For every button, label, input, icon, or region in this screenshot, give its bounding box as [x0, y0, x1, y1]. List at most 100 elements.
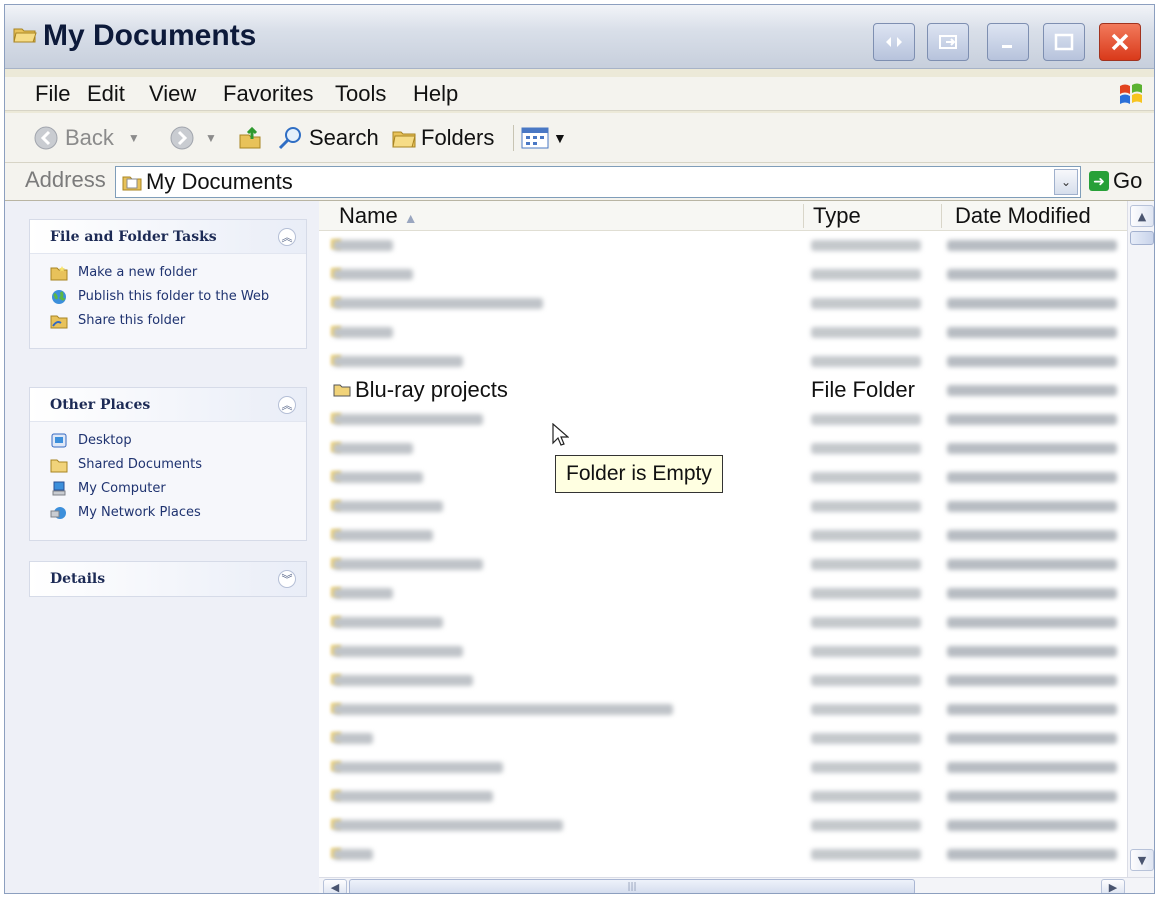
- forward-button[interactable]: ▼: [169, 123, 217, 153]
- list-item[interactable]: [319, 782, 1127, 811]
- globe-icon: [52, 290, 66, 304]
- go-arrow-icon: ➜: [1089, 171, 1109, 191]
- collapse-icon[interactable]: ︽: [278, 395, 296, 414]
- list-item[interactable]: [319, 579, 1127, 608]
- shared-folder-icon: [50, 459, 68, 473]
- row-type: File Folder: [811, 377, 915, 402]
- close-button[interactable]: [1099, 23, 1141, 61]
- list-item[interactable]: [319, 492, 1127, 521]
- my-network-places-link[interactable]: My Network Places: [50, 504, 294, 521]
- share-folder-icon: [50, 315, 68, 329]
- go-label: Go: [1113, 168, 1143, 193]
- scroll-down-icon[interactable]: ▼: [1130, 849, 1154, 871]
- list-item[interactable]: [319, 666, 1127, 695]
- column-divider[interactable]: [941, 204, 942, 228]
- menu-edit[interactable]: Edit: [87, 81, 125, 107]
- other-places-panel: Other Places ︽ Desktop Shared Documents …: [29, 387, 307, 541]
- list-item[interactable]: [319, 811, 1127, 840]
- column-type[interactable]: Type: [813, 203, 861, 229]
- list-item[interactable]: [319, 231, 1127, 260]
- back-arrow-icon: [34, 126, 58, 150]
- list-item[interactable]: [319, 347, 1127, 376]
- network-icon: [50, 507, 66, 519]
- vertical-scrollbar[interactable]: ▲ ▼: [1127, 201, 1154, 877]
- list-item[interactable]: [319, 405, 1127, 434]
- address-bar: Address My Documents ⌄ ➜ Go: [5, 163, 1154, 201]
- desktop-icon: [51, 433, 67, 448]
- up-folder-icon: [239, 126, 261, 149]
- h-scroll-thumb[interactable]: |||: [349, 879, 915, 893]
- scroll-right-icon[interactable]: ▶: [1101, 879, 1125, 893]
- menu-file[interactable]: File: [35, 81, 70, 107]
- scroll-left-icon[interactable]: ◀: [323, 879, 347, 893]
- details-header[interactable]: Details ︾: [30, 562, 306, 596]
- horizontal-scrollbar[interactable]: ◀ ||| ▶: [319, 877, 1154, 893]
- forward-arrow-icon: [170, 126, 194, 150]
- search-button[interactable]: Search: [277, 123, 379, 153]
- folders-label: Folders: [421, 125, 495, 150]
- title-bar[interactable]: My Documents: [5, 5, 1154, 69]
- list-item[interactable]: [319, 550, 1127, 579]
- menu-view[interactable]: View: [149, 81, 196, 107]
- resize-icon: [886, 37, 902, 47]
- menu-favorites[interactable]: Favorites: [223, 81, 313, 107]
- list-item[interactable]: [319, 840, 1127, 869]
- list-item[interactable]: [319, 318, 1127, 347]
- back-dropdown-icon[interactable]: ▼: [128, 131, 140, 145]
- column-date-modified[interactable]: Date Modified: [955, 203, 1091, 229]
- views-icon: [521, 127, 549, 149]
- minimize-icon: [1002, 45, 1012, 48]
- list-item[interactable]: [319, 289, 1127, 318]
- mouse-cursor-icon: [552, 423, 569, 446]
- go-button[interactable]: ➜ Go: [1089, 167, 1142, 195]
- up-folder-button[interactable]: [237, 123, 263, 153]
- list-item[interactable]: [319, 434, 1127, 463]
- menu-help[interactable]: Help: [413, 81, 458, 107]
- list-item[interactable]: [319, 753, 1127, 782]
- list-item[interactable]: [319, 260, 1127, 289]
- panel-title: Other Places: [50, 396, 151, 413]
- folders-button[interactable]: Folders: [391, 123, 494, 153]
- other-places-header[interactable]: Other Places ︽: [30, 388, 306, 422]
- window-title: My Documents: [43, 19, 257, 52]
- restore-button[interactable]: [927, 23, 969, 61]
- views-dropdown-icon[interactable]: ▼: [553, 130, 567, 146]
- menu-tools[interactable]: Tools: [335, 81, 386, 107]
- file-folder-tasks-header[interactable]: File and Folder Tasks ︽: [30, 220, 306, 254]
- maximize-button[interactable]: [1043, 23, 1085, 61]
- folder-open-icon: [13, 28, 37, 43]
- minimize-button[interactable]: [987, 23, 1029, 61]
- desktop-link[interactable]: Desktop: [50, 432, 294, 449]
- address-label: Address: [25, 167, 106, 192]
- column-name[interactable]: Name ▲: [339, 203, 418, 229]
- list-item[interactable]: [319, 724, 1127, 753]
- list-item[interactable]: [319, 637, 1127, 666]
- search-icon: [278, 127, 301, 150]
- address-input[interactable]: My Documents ⌄: [115, 166, 1081, 198]
- views-button[interactable]: ▼: [521, 123, 567, 153]
- expand-icon[interactable]: ︾: [278, 570, 296, 588]
- share-folder-link[interactable]: Share this folder: [50, 312, 294, 329]
- shared-documents-link[interactable]: Shared Documents: [50, 456, 294, 473]
- publish-to-web-link[interactable]: Publish this folder to the Web: [50, 288, 294, 305]
- list-item[interactable]: [319, 695, 1127, 724]
- folder-tooltip: Folder is Empty: [555, 455, 723, 493]
- maximize-icon: [1054, 33, 1074, 51]
- search-label: Search: [309, 125, 379, 150]
- folders-icon: [392, 131, 416, 148]
- resize-button[interactable]: [873, 23, 915, 61]
- my-computer-link[interactable]: My Computer: [50, 480, 294, 497]
- list-item[interactable]: [319, 608, 1127, 637]
- link-label: Shared Documents: [78, 457, 203, 472]
- list-item-selected[interactable]: Blu-ray projects File Folder: [319, 376, 1127, 405]
- make-new-folder-link[interactable]: Make a new folder: [50, 264, 294, 281]
- scroll-up-icon[interactable]: ▲: [1130, 205, 1154, 227]
- collapse-icon[interactable]: ︽: [278, 227, 296, 246]
- address-dropdown-icon[interactable]: ⌄: [1054, 169, 1078, 195]
- back-button[interactable]: Back ▼: [33, 123, 140, 153]
- forward-dropdown-icon[interactable]: ▼: [205, 131, 217, 145]
- list-item[interactable]: [319, 521, 1127, 550]
- list-item[interactable]: [319, 463, 1127, 492]
- scroll-thumb[interactable]: [1130, 231, 1154, 245]
- column-divider[interactable]: [803, 204, 804, 228]
